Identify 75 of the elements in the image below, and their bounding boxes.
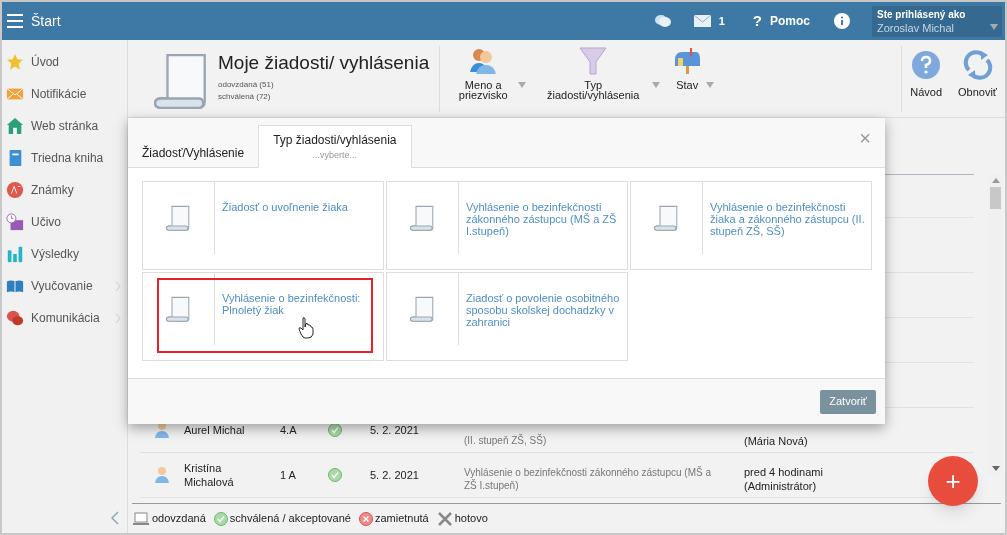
chat-icon[interactable] <box>653 13 672 29</box>
date-cell-text: 5. 2. 2021 <box>370 422 420 438</box>
count-label: schválená (72) <box>218 91 272 102</box>
laptop-icon <box>132 511 150 526</box>
caret-icon <box>706 81 715 88</box>
sidebar-item[interactable]: Úvod <box>2 46 127 78</box>
help-icon <box>911 50 942 81</box>
help-icon: ? <box>752 9 762 33</box>
option-card[interactable]: Vyhlásenie o bezinfekčnosti: Plnoletý žiak <box>142 272 384 361</box>
option-card[interactable]: Vyhlásenie o bezinfekčnosti zákonného zástupcu (MŠ a ZŠ I.stupeň) <box>386 181 628 270</box>
legend-label: zamietnutá <box>374 511 429 527</box>
scroll-down-icon[interactable] <box>991 466 1000 471</box>
filter-button[interactable]: Stav <box>672 45 703 90</box>
toolbar-button[interactable]: Obnoviť <box>958 50 997 101</box>
sidebar-item[interactable]: Vyučovanie <box>2 270 127 302</box>
class-cell-text: 1 A <box>280 467 297 483</box>
description-cell-text: (II. stupeň ZŠ, SŠ) <box>464 434 548 447</box>
chevron-icon <box>116 281 121 291</box>
class-cell-text: 4.A <box>280 422 298 438</box>
legend-label: hotovo <box>454 511 488 527</box>
user-dropdown[interactable]: Ste prihlásený ako Zoroslav Michal <box>872 5 1002 37</box>
clock-icon <box>6 213 24 231</box>
info-icon[interactable] <box>834 13 850 29</box>
chevron-icon <box>116 313 121 323</box>
page-title: Moje žiadosti/ vyhlásenia <box>218 51 430 76</box>
check-icon <box>328 468 342 482</box>
author-cell-text: (Mária Nová) <box>744 434 809 448</box>
person-icon <box>154 421 170 439</box>
dialog-tab[interactable]: Typ žiadosti/vyhlásenia ...vyberte... <box>258 125 412 168</box>
legend-label: odovzdaná <box>152 511 206 527</box>
scroll-up-icon[interactable] <box>991 178 1000 183</box>
sidebar-item[interactable]: Známky <box>2 174 127 206</box>
date-cell-text: 5. 2. 2021 <box>370 467 420 483</box>
collapse-icon[interactable] <box>111 511 119 525</box>
legend-label: schválená / akceptované <box>229 511 351 527</box>
filter-button[interactable]: Typ žiadosti/vyhlásenia <box>538 45 649 100</box>
mailbox-icon <box>672 45 703 76</box>
envelope-icon <box>6 85 24 103</box>
house-icon <box>6 117 24 135</box>
name-cell-text: Aurel Michal <box>184 423 246 437</box>
chat-icon <box>6 309 24 327</box>
caret-icon <box>652 81 661 88</box>
person-icon <box>154 466 170 484</box>
envelope-icon[interactable] <box>693 15 711 27</box>
message-count: 1 <box>718 13 725 29</box>
sidebar-item[interactable]: Triedna kniha <box>2 142 127 174</box>
description-cell-text: Vyhlásenie o bezinfekčnosti zákonného zástupcu (MŠ a ZŠ I.stupeň) <box>464 466 712 492</box>
check-icon <box>213 511 228 526</box>
caret-icon <box>518 81 527 88</box>
scroll-thumb[interactable] <box>990 187 1001 209</box>
option-card[interactable]: Vyhlásenie o bezinfekčnosti žiaka a zákonného zástupcu (II. stupeň ZŠ, SŠ) <box>630 181 872 270</box>
menu-icon[interactable] <box>7 14 23 28</box>
caret-icon <box>990 23 998 30</box>
pointer-cursor-icon <box>298 317 314 339</box>
cross-icon <box>358 511 373 526</box>
sidebar-item[interactable]: Učivo <box>2 206 127 238</box>
name-cell-text: Kristína Michalová <box>184 461 235 489</box>
filter-button[interactable]: Meno a priezvisko <box>452 45 515 100</box>
star-icon <box>6 53 24 71</box>
refresh-icon <box>962 50 993 81</box>
toolbar-button[interactable]: Návod <box>910 50 942 101</box>
sidebar-item[interactable]: Notifikácie <box>2 78 127 110</box>
sidebar-item[interactable]: Výsledky <box>2 238 127 270</box>
author-cell-text: pred 4 hodinami (Administrátor) <box>744 465 824 493</box>
funnel-icon <box>578 45 609 76</box>
chart-icon <box>6 245 24 263</box>
option-card[interactable]: Ziadosť o povolenie osobitného sposobu skolskej dochadzky v zahranici <box>386 272 628 361</box>
dialog-tab[interactable]: Žiadosť/Vyhlásenie <box>128 124 259 167</box>
option-card[interactable]: Žiadosť o uvoľnenie žiaka <box>142 181 384 270</box>
help-link[interactable]: Pomoc <box>770 12 810 30</box>
sidebar-item[interactable]: Komunikácia <box>2 302 127 334</box>
grade-icon <box>6 181 24 199</box>
sidebar-item[interactable]: Web stránka <box>2 110 127 142</box>
app-title[interactable]: Štart <box>31 10 61 32</box>
count-label: odovzdaná (51) <box>218 79 275 90</box>
